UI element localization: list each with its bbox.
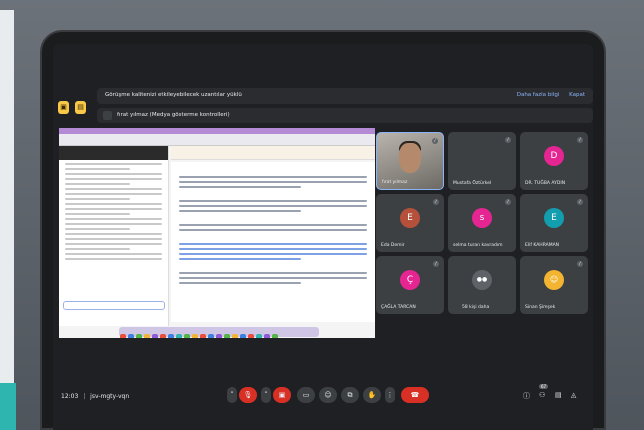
shared-screen	[59, 128, 375, 338]
participant-name: ÇAĞLA TARCAN	[381, 305, 416, 310]
mic-toggle-button[interactable]: 🎙	[239, 387, 257, 403]
mic-options-icon[interactable]: ˄	[227, 387, 237, 403]
meeting-info-separator: |	[83, 393, 86, 400]
banner-close-button[interactable]: Kapat	[569, 92, 585, 98]
participant-tile-8[interactable]: ☺ ⁄ Sinan Şimşek	[520, 256, 588, 314]
leave-call-button[interactable]: ☎	[401, 387, 429, 403]
banner-details-link[interactable]: Daha fazla bilgi	[517, 92, 560, 98]
teal-object	[0, 383, 16, 430]
meet-screen: ▣ ▤ Görüşme kalitenizi etkileyebilecek uz…	[53, 44, 593, 430]
presenter-notice: fırat yılmaz (Medya gösterme kontrolleri…	[97, 108, 593, 123]
mic-off-icon: ⁄	[433, 199, 439, 205]
mic-off-icon: ⁄	[577, 261, 583, 267]
clock-time: 12:03	[61, 393, 79, 400]
more-avatars-icon: ●●	[472, 270, 492, 290]
app-icon-1[interactable]: ▣	[58, 101, 69, 114]
person-face	[399, 143, 421, 173]
meeting-info: 12:03 | jsv-mgty-vqn	[61, 393, 129, 400]
presenting-icon	[103, 111, 112, 120]
avatar: Ç	[400, 270, 420, 290]
participant-name: DR. TUĞBA AYDIN	[525, 181, 566, 186]
mic-off-icon: ⁄	[432, 138, 438, 144]
more-participants-tile[interactable]: ●● 58 kişi daha	[448, 256, 516, 314]
avatar: E	[544, 208, 564, 228]
participant-name: selma turan kavradım	[453, 243, 503, 248]
participant-name: Elif KAHRAMAN	[525, 243, 560, 248]
avatar-photo: ☺	[544, 270, 564, 290]
shared-chat-input	[63, 301, 165, 310]
app-toolbar	[59, 134, 375, 146]
captions-button[interactable]: ▭	[297, 387, 315, 403]
camera-options-icon[interactable]: ˄	[261, 387, 271, 403]
extensions-banner: Görüşme kalitenizi etkileyebilecek uzant…	[97, 88, 593, 104]
present-button[interactable]: ⧉	[341, 387, 359, 403]
chat-icon[interactable]: ▤	[555, 391, 562, 399]
participant-tile-2[interactable]: D ⁄ DR. TUĞBA AYDIN	[520, 132, 588, 190]
shared-chat-panel	[59, 146, 169, 326]
camera-toggle-button[interactable]: ▣	[273, 387, 291, 403]
mic-off-icon: ⁄	[505, 199, 511, 205]
mic-off-icon: ⁄	[505, 137, 511, 143]
banner-text: Görüşme kalitenizi etkileyebilecek uzant…	[105, 92, 242, 98]
mac-dock	[119, 327, 319, 338]
participant-name: Mustafa Öztürkel	[453, 181, 492, 186]
activities-icon[interactable]: ◬	[571, 391, 576, 399]
participant-tile-3[interactable]: E ⁄ Eda Demir	[376, 194, 444, 252]
more-participants-label: 58 kişi daha	[462, 305, 490, 310]
word-ribbon	[171, 146, 375, 160]
avatar: E	[400, 208, 420, 228]
more-options-icon[interactable]: ⋮	[385, 387, 395, 403]
shared-document	[171, 162, 375, 322]
participant-name: Eda Demir	[381, 243, 405, 248]
paper-edge	[0, 10, 14, 390]
participant-tile-0[interactable]: ⁄ fırat yılmaz	[376, 132, 444, 190]
chat-panel-header	[59, 146, 168, 160]
participant-tile-5[interactable]: E ⁄ Elif KAHRAMAN	[520, 194, 588, 252]
side-app-icons: ▣ ▤	[58, 94, 92, 114]
info-icon[interactable]: ⓘ	[523, 391, 530, 401]
avatar: s	[472, 208, 492, 228]
avatar: D	[544, 146, 564, 166]
participant-count-badge: 67	[539, 384, 549, 389]
mic-off-icon: ⁄	[577, 199, 583, 205]
participant-tile-4[interactable]: s ⁄ selma turan kavradım	[448, 194, 516, 252]
mic-off-icon: ⁄	[433, 261, 439, 267]
participant-tile-1[interactable]: ⁄ Mustafa Öztürkel	[448, 132, 516, 190]
participant-tile-6[interactable]: Ç ⁄ ÇAĞLA TARCAN	[376, 256, 444, 314]
presenter-notice-text: fırat yılmaz (Medya gösterme kontrolleri…	[117, 112, 230, 118]
meeting-code: jsv-mgty-vqn	[90, 393, 130, 400]
emoji-button[interactable]: ☺	[319, 387, 337, 403]
raise-hand-button[interactable]: ✋	[363, 387, 381, 403]
participant-name: fırat yılmaz	[382, 180, 408, 185]
participant-name: Sinan Şimşek	[525, 305, 556, 310]
meeting-controls-bar: 12:03 | jsv-mgty-vqn ˄ 🎙 ˄ ▣ ▭ ☺ ⧉ ✋ ⋮ ☎…	[53, 382, 593, 412]
app-icon-2[interactable]: ▤	[75, 101, 86, 114]
people-icon[interactable]: ⚇	[539, 391, 545, 399]
mic-off-icon: ⁄	[577, 137, 583, 143]
